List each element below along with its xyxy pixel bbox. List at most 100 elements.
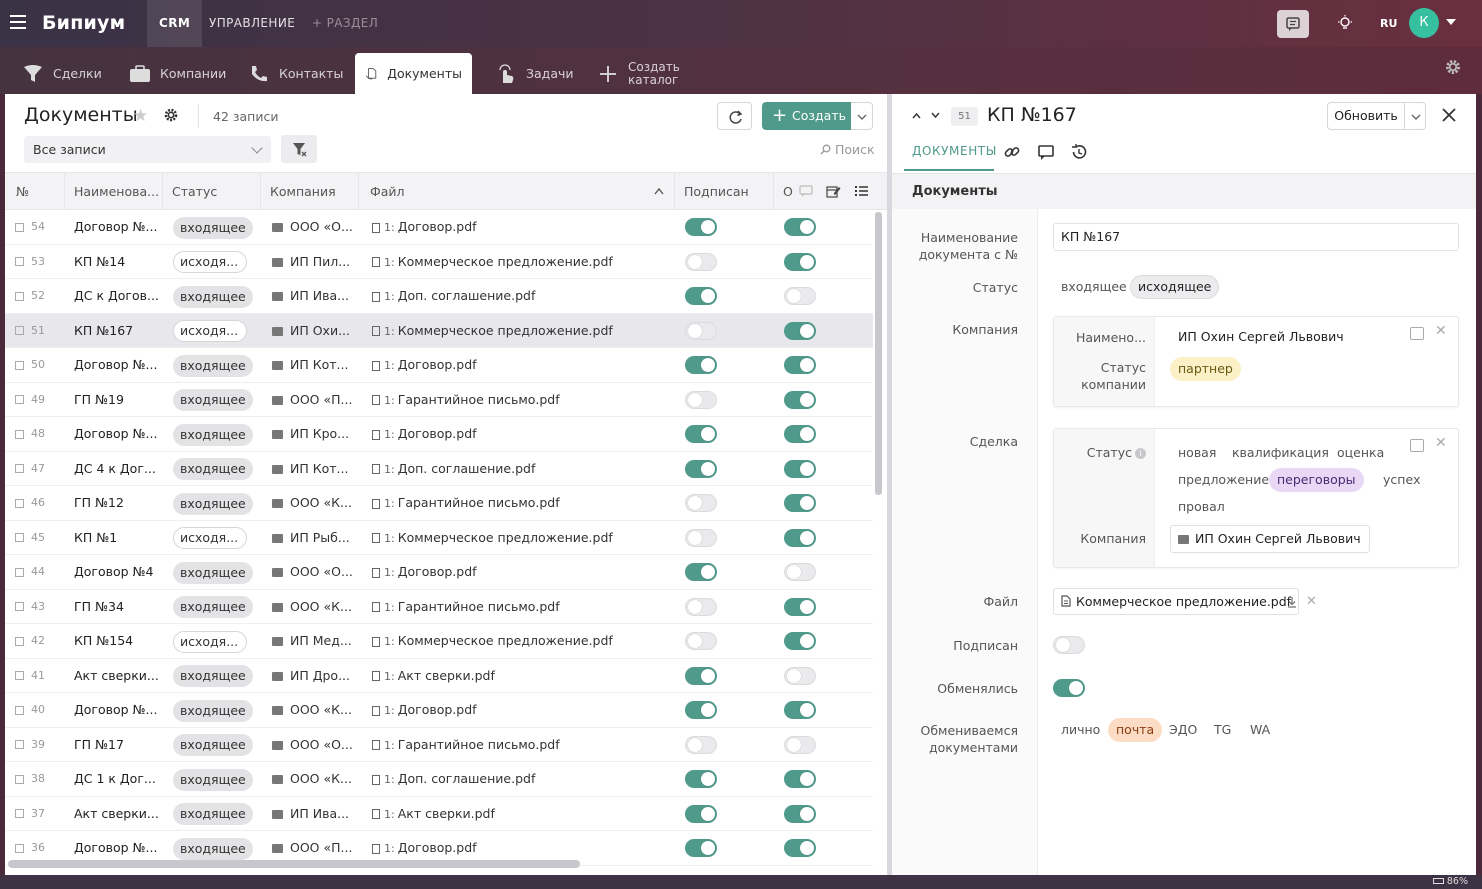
row-company-name[interactable]: ООО «П... bbox=[290, 840, 352, 855]
row-file-name[interactable]: Договор.pdf bbox=[398, 564, 477, 579]
table-row[interactable]: 44 Договор №4 входящее ООО «О... 1: Договор.p… bbox=[5, 555, 873, 590]
deal-stage-negotiation[interactable]: переговоры bbox=[1269, 468, 1364, 492]
close-icon[interactable]: ✕ bbox=[1435, 435, 1447, 451]
star-icon[interactable]: ★ bbox=[133, 106, 148, 126]
calendar-icon[interactable] bbox=[15, 533, 24, 542]
deal-stage-lost[interactable]: провал bbox=[1170, 495, 1233, 519]
row-file-name[interactable]: Доп. соглашение.pdf bbox=[398, 461, 536, 476]
row-file-name[interactable]: Гарантийное письмо.pdf bbox=[398, 599, 560, 614]
row-file-name[interactable]: Договор.pdf bbox=[398, 840, 477, 855]
calendar-icon[interactable] bbox=[15, 326, 24, 335]
name-field[interactable]: КП №167 bbox=[1053, 223, 1459, 251]
calendar-icon[interactable] bbox=[15, 774, 24, 784]
deal-company-chip[interactable]: ИП Охин Сергей Львович bbox=[1170, 525, 1370, 553]
tab-management[interactable]: УПРАВЛЕНИЕ bbox=[197, 0, 307, 47]
row-company-name[interactable]: ИП Кро... bbox=[290, 426, 349, 441]
table-row[interactable]: 41 Акт сверки... входящее ИП Дро... 1: Акт св… bbox=[5, 659, 873, 693]
col-num[interactable]: № bbox=[5, 173, 65, 210]
zoom-level[interactable]: 86% bbox=[1432, 876, 1468, 887]
link-icon[interactable] bbox=[1003, 143, 1021, 161]
exchanged-toggle[interactable] bbox=[784, 218, 816, 236]
open-card-icon[interactable] bbox=[1410, 439, 1424, 452]
horizontal-scrollbar[interactable] bbox=[8, 860, 580, 868]
deal-stage-evaluation[interactable]: оценка bbox=[1329, 441, 1392, 465]
nav-contacts[interactable]: Контакты bbox=[238, 53, 353, 94]
signed-toggle[interactable] bbox=[685, 252, 717, 271]
prev-record-icon[interactable] bbox=[912, 112, 921, 119]
tab-crm[interactable]: CRM bbox=[147, 0, 203, 47]
nav-documents[interactable]: Документы bbox=[355, 53, 472, 94]
exchanged-toggle[interactable] bbox=[784, 287, 816, 305]
company-name-value[interactable]: ИП Охин Сергей Львович bbox=[1178, 329, 1344, 344]
deal-stage-qualification[interactable]: квалификация bbox=[1224, 441, 1337, 465]
status-option-incoming[interactable]: входящее bbox=[1053, 275, 1135, 299]
exchanged-toggle[interactable] bbox=[784, 701, 816, 719]
table-row[interactable]: 51 КП №167 исходя... ИП Охи... 1: Коммерческо… bbox=[5, 313, 873, 348]
exchanged-toggle[interactable] bbox=[1053, 679, 1085, 697]
calendar-icon[interactable] bbox=[15, 740, 24, 749]
table-row[interactable]: 42 КП №154 исходя... ИП Мед... 1: Коммерческо… bbox=[5, 624, 873, 659]
row-file-name[interactable]: Доп. соглашение.pdf bbox=[398, 288, 536, 303]
table-row[interactable]: 46 ГП №12 входящее ООО «К... 1: Гарантийное п… bbox=[5, 486, 873, 521]
row-company-name[interactable]: ООО «О... bbox=[290, 219, 353, 234]
calendar-icon[interactable] bbox=[15, 222, 24, 232]
signed-toggle[interactable] bbox=[685, 597, 717, 616]
search-input[interactable]: Поиск bbox=[820, 142, 875, 157]
row-company-name[interactable]: ООО «П... bbox=[290, 392, 352, 407]
signed-toggle[interactable] bbox=[685, 425, 717, 443]
table-row[interactable]: 48 Договор №... входящее ИП Кро... 1: Договор… bbox=[5, 417, 873, 452]
row-company-name[interactable]: ИП Рыб... bbox=[290, 530, 350, 545]
row-file-name[interactable]: Коммерческое предложение.pdf bbox=[398, 323, 613, 338]
refresh-button[interactable] bbox=[717, 102, 752, 130]
signed-toggle[interactable] bbox=[685, 804, 717, 823]
exchanged-toggle[interactable] bbox=[784, 804, 816, 823]
col-signed[interactable]: Подписан bbox=[675, 173, 774, 210]
signed-toggle[interactable] bbox=[685, 494, 717, 512]
row-file-name[interactable]: Договор.pdf bbox=[398, 219, 477, 234]
row-company-name[interactable]: ИП Дро... bbox=[290, 668, 350, 683]
row-file-name[interactable]: Акт сверки.pdf bbox=[398, 668, 495, 683]
row-company-name[interactable]: ООО «К... bbox=[290, 599, 352, 614]
table-row[interactable]: 53 КП №14 исходя... ИП Пил... 1: Коммерческое… bbox=[5, 245, 873, 279]
file-chip[interactable]: Коммерческое предложение.pdf bbox=[1053, 588, 1300, 615]
row-file-name[interactable]: Гарантийное письмо.pdf bbox=[398, 495, 560, 510]
exchanged-toggle[interactable] bbox=[784, 425, 816, 443]
status-option-outgoing[interactable]: исходящее bbox=[1130, 275, 1220, 299]
exchanged-toggle[interactable] bbox=[784, 252, 816, 271]
row-file-name[interactable]: Гарантийное письмо.pdf bbox=[398, 392, 560, 407]
row-company-name[interactable]: ООО «К... bbox=[290, 771, 352, 786]
signed-toggle[interactable] bbox=[1053, 636, 1085, 654]
nav-deals[interactable]: Сделки bbox=[12, 53, 112, 94]
bulb-icon[interactable] bbox=[1336, 14, 1354, 32]
col-name[interactable]: Наименова... bbox=[65, 173, 163, 210]
calendar-icon[interactable] bbox=[15, 464, 24, 473]
exchanged-toggle[interactable] bbox=[784, 356, 816, 374]
exchanged-toggle[interactable] bbox=[784, 459, 816, 478]
signed-toggle[interactable] bbox=[685, 839, 717, 857]
calendar-icon[interactable] bbox=[15, 429, 24, 439]
row-file-name[interactable]: Коммерческое предложение.pdf bbox=[398, 254, 613, 269]
signed-toggle[interactable] bbox=[685, 218, 717, 236]
remove-file-icon[interactable]: ✕ bbox=[1306, 594, 1317, 609]
row-company-name[interactable]: ИП Ива... bbox=[290, 288, 349, 303]
signed-toggle[interactable] bbox=[685, 563, 717, 581]
nav-tasks[interactable]: Задачи bbox=[485, 53, 584, 94]
row-company-name[interactable]: ИП Охи... bbox=[290, 323, 350, 338]
table-row[interactable]: 37 Акт сверки... входящее ИП Ива... 1: Акт св… bbox=[5, 797, 873, 831]
row-file-name[interactable]: Доп. соглашение.pdf bbox=[398, 771, 536, 786]
app-logo[interactable]: Бипиум bbox=[42, 12, 125, 34]
calendar-icon[interactable] bbox=[15, 809, 24, 818]
update-button[interactable]: Обновить bbox=[1327, 102, 1405, 130]
deal-stage-new[interactable]: новая bbox=[1170, 441, 1224, 465]
signed-toggle[interactable] bbox=[685, 287, 717, 305]
signed-toggle[interactable] bbox=[685, 459, 717, 478]
exchanged-toggle[interactable] bbox=[784, 563, 816, 581]
signed-toggle[interactable] bbox=[685, 666, 717, 685]
exchange-option-mail[interactable]: почта bbox=[1108, 718, 1163, 742]
calendar-icon[interactable] bbox=[15, 567, 24, 577]
row-file-name[interactable]: Договор.pdf bbox=[398, 357, 477, 372]
signed-toggle[interactable] bbox=[685, 321, 717, 340]
nav-companies[interactable]: Компании bbox=[119, 53, 236, 94]
comment-icon[interactable] bbox=[1037, 143, 1055, 161]
avatar[interactable]: К bbox=[1409, 8, 1439, 38]
